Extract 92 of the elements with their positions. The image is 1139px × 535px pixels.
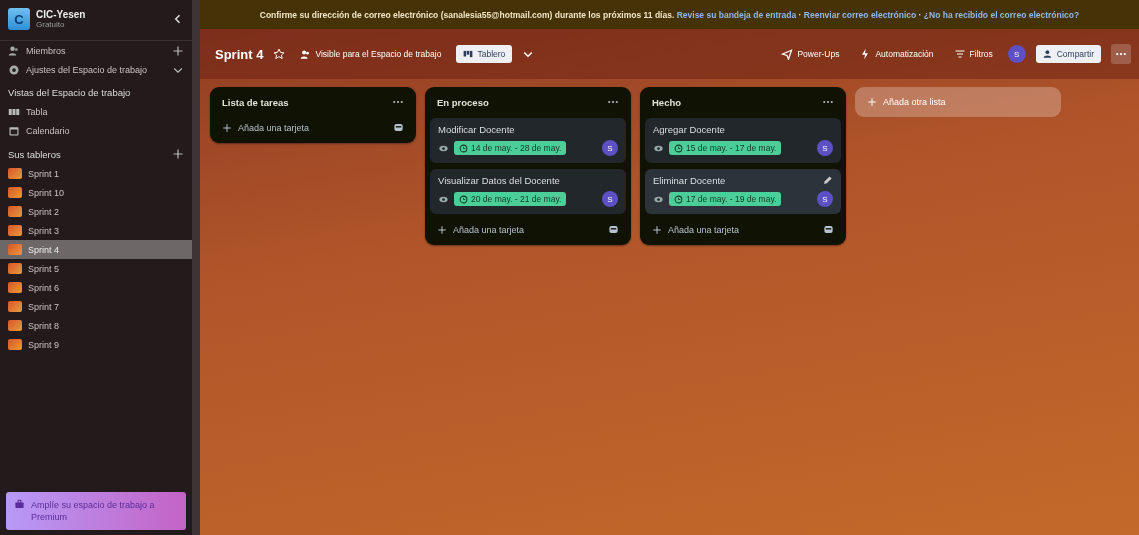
gear-icon: [8, 63, 20, 76]
task-card[interactable]: Eliminar Docente 17 de may. - 19 de may. S: [645, 169, 841, 214]
plus-icon[interactable]: [172, 148, 184, 160]
task-card[interactable]: Agregar Docente 15 de may. - 17 de may. S: [645, 118, 841, 163]
board-thumbnail: [8, 263, 22, 274]
template-icon[interactable]: [608, 224, 619, 235]
board-item[interactable]: Sprint 6: [0, 278, 192, 297]
sidebar-item[interactable]: Calendario: [26, 125, 184, 136]
board-thumbnail: [8, 244, 22, 255]
card-title: Agregar Docente: [653, 124, 725, 135]
board-item[interactable]: Sprint 2: [0, 202, 192, 221]
board-thumbnail: [8, 282, 22, 293]
rocket-icon: [781, 48, 794, 60]
briefcase-icon: [14, 499, 25, 510]
board-thumbnail: [8, 301, 22, 312]
sidebar-item-label[interactable]: Miembros: [26, 45, 166, 56]
board-item[interactable]: Sprint 10: [0, 183, 192, 202]
list-title: En proceso: [437, 96, 489, 108]
date-badge: 15 de may. - 17 de may.: [669, 141, 782, 155]
board-item[interactable]: Sprint 1: [0, 164, 192, 183]
workspace-logo: C: [8, 8, 30, 30]
member-avatar[interactable]: S: [817, 191, 833, 207]
member-avatar[interactable]: S: [1007, 45, 1026, 63]
plus-icon: [437, 224, 447, 235]
board-item[interactable]: Sprint 9: [0, 335, 192, 354]
date-badge: 20 de may. - 21 de may.: [454, 192, 567, 206]
banner-link[interactable]: ¿No ha recibido el correo electrónico?: [923, 10, 1080, 20]
clock-icon: [674, 194, 683, 204]
task-card[interactable]: Modificar Docente 14 de may. - 28 de may. S: [430, 118, 626, 163]
board-item[interactable]: Sprint 5: [0, 259, 192, 278]
upgrade-text: Amplíe su espacio de trabajo a Premium: [31, 499, 156, 523]
plus-icon[interactable]: [172, 44, 184, 57]
clock-icon: [459, 143, 468, 153]
separator-dot: ·: [798, 10, 802, 20]
template-icon[interactable]: [393, 122, 404, 133]
pencil-icon[interactable]: [822, 175, 833, 186]
visibility-button[interactable]: Visible para el Espacio de trabajo: [295, 45, 447, 63]
workspace-name: CIC-Yesen: [36, 9, 87, 20]
upgrade-banner[interactable]: Amplíe su espacio de trabajo a Premium: [6, 492, 186, 530]
people-icon: [300, 48, 312, 60]
board-item[interactable]: Sprint 4: [0, 240, 192, 259]
plus-icon: [652, 224, 662, 235]
sidebar-item[interactable]: Tabla: [26, 106, 184, 117]
list-title: Lista de tareas: [222, 96, 289, 108]
separator-dot: ·: [918, 10, 922, 20]
workspace-plan: Gratuito: [36, 20, 66, 29]
filter-icon: [953, 48, 966, 60]
template-icon[interactable]: [823, 224, 834, 235]
member-avatar[interactable]: S: [817, 140, 833, 156]
plus-icon: [867, 97, 877, 107]
board-title[interactable]: Sprint 4: [215, 46, 264, 62]
plus-icon: [222, 122, 232, 133]
add-card-button[interactable]: Añada una tarjeta: [646, 220, 840, 239]
members-icon: [8, 44, 20, 57]
toolbar-button[interactable]: Filtros: [948, 45, 998, 63]
banner-link[interactable]: Reenviar correo electrónico: [803, 10, 917, 20]
board-item[interactable]: Sprint 3: [0, 221, 192, 240]
star-icon[interactable]: [273, 48, 286, 60]
more-button[interactable]: [1111, 44, 1131, 64]
add-card-button[interactable]: Añada una tarjeta: [431, 220, 625, 239]
banner-link[interactable]: Revise su bandeja de entrada: [676, 10, 797, 20]
toolbar-button[interactable]: Automatización: [854, 45, 939, 63]
section-title: Sus tableros: [8, 148, 61, 160]
share-button[interactable]: Compartir: [1035, 45, 1101, 63]
person-add-icon: [1042, 49, 1053, 59]
calendar-icon: [8, 124, 20, 137]
clock-icon: [459, 194, 468, 204]
date-badge: 14 de may. - 28 de may.: [454, 141, 567, 155]
clock-icon: [674, 143, 683, 153]
board-item[interactable]: Sprint 7: [0, 297, 192, 316]
sidebar-item-label[interactable]: Ajustes del Espacio de trabajo: [26, 64, 166, 75]
board-thumbnail: [8, 206, 22, 217]
task-card[interactable]: Visualizar Datos del Docente 20 de may. - 21 de may. S: [430, 169, 626, 214]
board-thumbnail: [8, 225, 22, 236]
date-badge: 17 de may. - 19 de may.: [669, 192, 782, 206]
board-thumbnail: [8, 168, 22, 179]
board-item[interactable]: Sprint 8: [0, 316, 192, 335]
view-button[interactable]: Tablero: [456, 45, 513, 63]
board-thumbnail: [8, 320, 22, 331]
banner-message: Confirme su dirección de correo electrónico (sanalesia55@hotmail.com) durante los próximos 11 días.: [259, 10, 675, 20]
card-title: Modificar Docente: [438, 124, 515, 135]
card-title: Visualizar Datos del Docente: [438, 175, 560, 186]
board-thumbnail: [8, 187, 22, 198]
member-avatar[interactable]: S: [602, 140, 618, 156]
add-card-button[interactable]: Añada una tarjeta: [216, 118, 410, 137]
section-title: Vistas del Espacio de trabajo: [7, 86, 132, 100]
toolbar-button[interactable]: Power-Ups: [776, 45, 845, 63]
board-icon: [463, 49, 474, 59]
list-title: Hecho: [652, 96, 682, 108]
card-title: Eliminar Docente: [653, 175, 726, 186]
board-thumbnail: [8, 339, 22, 350]
member-avatar[interactable]: S: [602, 191, 618, 207]
